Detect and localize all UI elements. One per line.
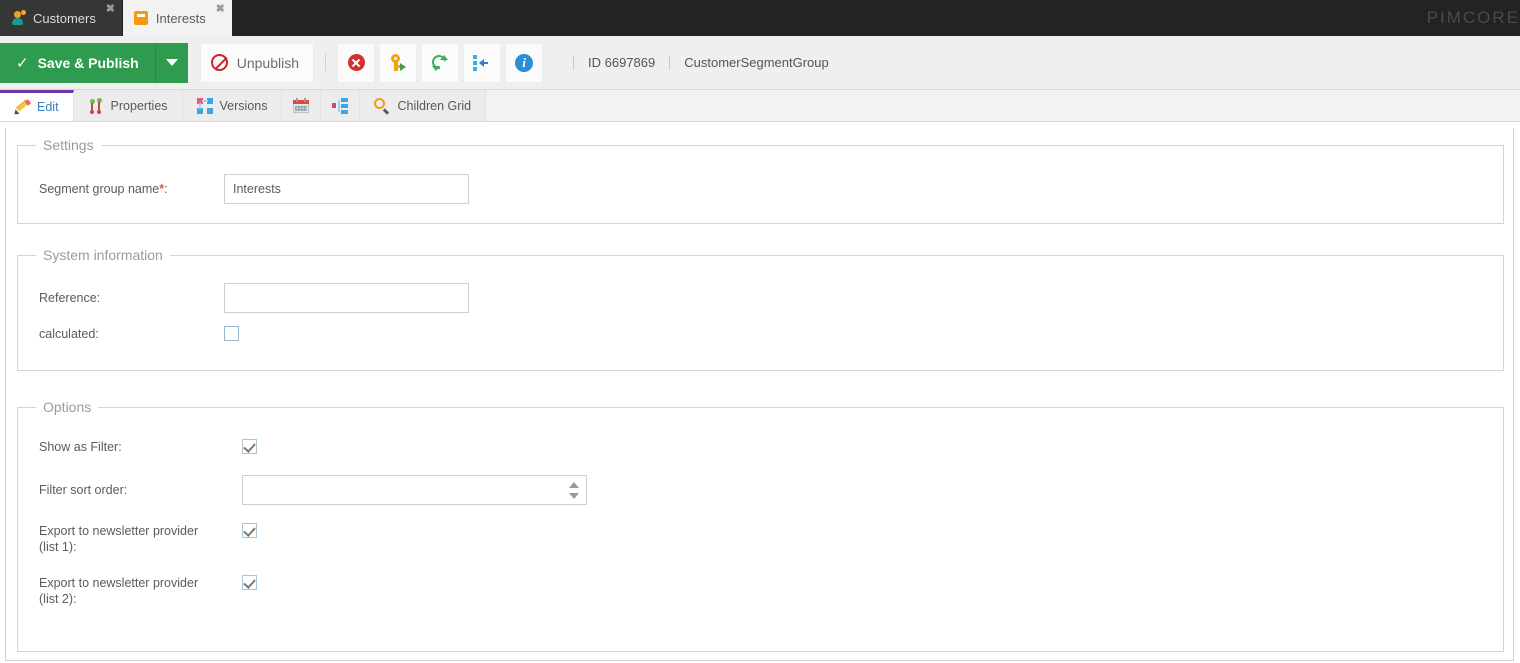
segment-group-name-label: Segment group name*: [39,182,168,196]
fieldset-settings-body: Segment group name*: [18,153,1503,215]
document-tab-customers[interactable]: Customers ✖ [0,0,123,36]
fieldset-options-body: Show as Filter: Filter sort order: Expor… [18,415,1503,643]
field-reference: Reference: [39,283,469,313]
tab-label: Properties [110,98,168,113]
filter-sort-order-label: Filter sort order: [39,483,128,497]
field-export-list-1: Export to newsletter provider (list 1): [39,523,257,555]
object-class-label: CustomerSegmentGroup [684,55,829,70]
reload-icon [429,51,449,72]
fieldset-system-information: System information Reference: calculated… [17,247,1504,371]
object-orange-icon [133,10,149,26]
tab-schedule[interactable] [282,90,322,121]
edit-form-area: Settings Segment group name*: System inf… [0,122,1520,663]
save-and-publish-button[interactable]: ✓ Save & Publish [0,42,155,83]
reference-label: Reference: [39,291,101,305]
field-export-list-2: Export to newsletter provider (list 2): [39,575,257,607]
show-as-filter-checkbox[interactable] [242,439,257,454]
unpublish-button[interactable]: Unpublish [199,42,314,83]
tree-locate-icon [473,54,491,71]
export-list-1-checkbox[interactable] [242,523,257,538]
check-icon: ✓ [16,54,29,72]
export-list-1-label: Export to newsletter provider (list 1): [39,524,199,554]
tab-label: Children Grid [397,98,472,113]
stepper-down-icon[interactable] [569,493,579,499]
toolbar-separator [325,54,326,71]
info-button[interactable]: i [505,42,543,83]
tab-children-grid[interactable]: Children Grid [360,90,487,121]
save-menu-button[interactable] [154,42,188,83]
filter-sort-order-input[interactable] [243,476,586,504]
close-icon[interactable]: ✖ [105,4,116,15]
fieldset-settings: Settings Segment group name*: [17,137,1504,224]
permissions-button[interactable] [379,42,417,83]
field-segment-group-name: Segment group name*: [39,174,469,204]
fieldset-system-information-legend: System information [43,247,163,263]
calendar-icon [293,97,310,114]
fieldset-settings-legend: Settings [43,137,94,153]
export-list-2-label: Export to newsletter provider (list 2): [39,576,199,606]
versions-nodes-icon [196,97,213,114]
export-list-2-checkbox[interactable] [242,575,257,590]
editor-tab-bar: Edit Properties Versions Children Grid [0,90,1520,122]
field-show-as-filter: Show as Filter: [39,439,257,455]
tab-versions[interactable]: Versions [182,90,283,121]
fieldset-options: Options Show as Filter: Filter sort orde… [17,399,1504,652]
delete-button[interactable] [337,42,375,83]
meta-separator [669,55,671,70]
document-tab-label: Customers [33,10,96,26]
info-circle-icon: i [515,53,533,72]
tab-label: Edit [37,100,59,114]
key-icon [389,53,407,72]
calculated-label: calculated: [39,327,99,341]
chevron-down-icon [165,59,178,66]
unpublish-label: Unpublish [236,54,299,71]
object-meta: ID 6697869 CustomerSegmentGroup [559,55,829,70]
tab-dependencies[interactable] [321,90,361,121]
document-tab-interests[interactable]: Interests ✖ [122,0,232,36]
document-tab-bar: Customers ✖ Interests ✖ PIMCORE [0,0,1520,36]
show-as-filter-label: Show as Filter: [39,440,122,454]
relations-icon [332,97,349,114]
search-magnifier-icon [374,97,390,114]
tab-label: Versions [219,98,268,113]
tab-properties[interactable]: Properties [73,90,183,121]
reload-button[interactable] [421,42,459,83]
form-panel: Settings Segment group name*: System inf… [5,128,1514,661]
fieldset-options-legend: Options [43,399,92,415]
pencil-icon [12,99,32,117]
reference-input[interactable] [224,283,469,313]
properties-pins-icon [88,97,104,114]
field-filter-sort-order: Filter sort order: [39,475,587,505]
object-toolbar: ✓ Save & Publish Unpublish i ID 6697869 [0,36,1520,90]
field-calculated: calculated: [39,326,239,342]
calculated-checkbox[interactable] [224,326,239,341]
delete-circle-icon [347,54,365,71]
stepper-up-icon[interactable] [569,482,579,488]
customer-person-icon [10,10,26,26]
save-and-publish-label: Save & Publish [37,54,139,71]
meta-separator [573,55,574,70]
filter-sort-order-stepper[interactable] [242,475,587,505]
pimcore-logo: PIMCORE [1426,8,1520,27]
fieldset-system-information-body: Reference: calculated: [18,263,1503,362]
close-icon[interactable]: ✖ [215,4,226,15]
object-id-label: ID 6697869 [588,55,656,70]
tab-edit[interactable]: Edit [0,90,74,121]
document-tab-label: Interests [155,10,206,26]
locate-in-tree-button[interactable] [463,42,501,83]
segment-group-name-input[interactable] [224,174,469,204]
ban-icon [210,54,228,71]
